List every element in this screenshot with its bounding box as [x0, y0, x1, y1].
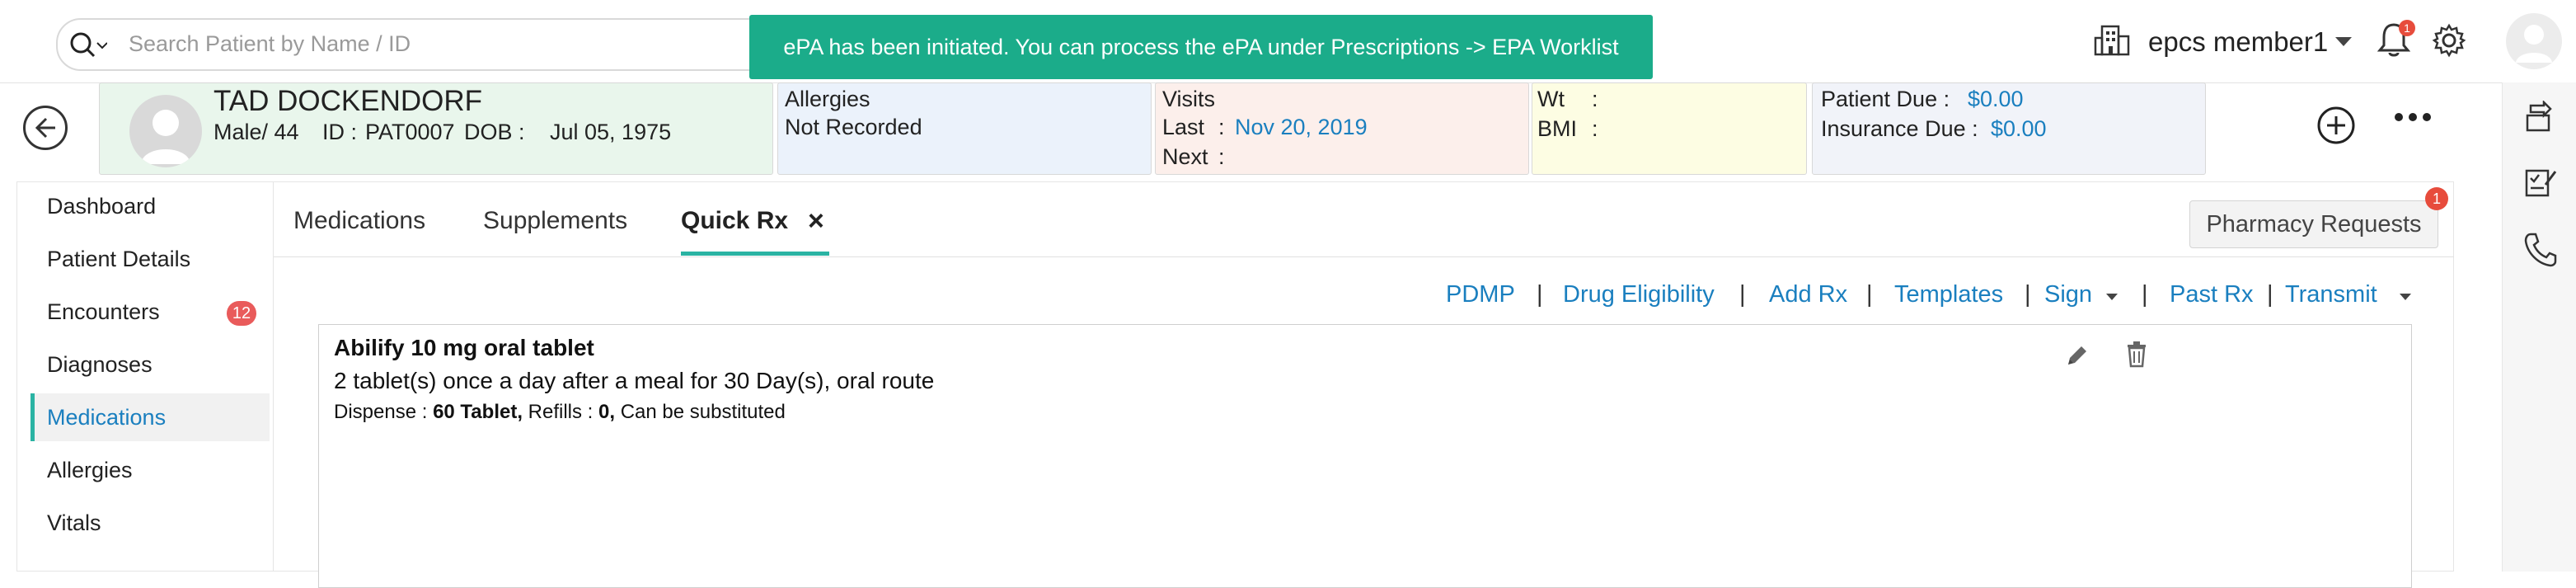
close-tab-icon[interactable]: × [808, 207, 824, 235]
bmi-label: BMI [1537, 116, 1578, 141]
separator: | [2142, 281, 2148, 308]
separator: | [2025, 281, 2031, 308]
user-menu-name[interactable]: epcs member1 [2148, 26, 2328, 58]
separator: | [2267, 281, 2273, 308]
add-rx-link[interactable]: Add Rx [1769, 281, 1847, 308]
checklist-icon[interactable] [2524, 167, 2557, 200]
visits-last-date-link[interactable]: Nov 20, 2019 [1235, 115, 1368, 140]
billing-panel: Patient Due : $0.00 Insurance Due : $0.0… [1812, 82, 2206, 175]
visits-title: Visits [1162, 87, 1216, 111]
transmit-dropdown[interactable]: Transmit [2285, 281, 2377, 308]
sidebar-item-vitals[interactable]: Vitals [30, 499, 270, 547]
separator: | [1537, 281, 1543, 308]
refills-label: Refills : [528, 401, 594, 423]
rx-sig: 2 tablet(s) once a day after a meal for … [334, 368, 935, 393]
sidebar-item-label: Vitals [47, 510, 101, 535]
past-rx-link[interactable]: Past Rx [2170, 281, 2254, 308]
patient-summary-panel: TAD DOCKENDORF Male/ 44 ID : PAT0007 DOB… [99, 82, 773, 175]
separator: | [1739, 281, 1746, 308]
sidebar-item-label: Allergies [47, 458, 133, 482]
search-icon[interactable] [69, 31, 107, 59]
weight-label: Wt [1537, 87, 1565, 111]
dispense-label: Dispense : [334, 401, 428, 423]
visits-last-label: Last [1162, 115, 1205, 139]
tab-medications[interactable]: Medications [293, 207, 425, 235]
pharmacy-requests-button[interactable]: Pharmacy Requests [2189, 200, 2438, 248]
patient-name: TAD DOCKENDORF [213, 85, 483, 117]
vitals-panel: Wt : BMI : [1532, 82, 1807, 175]
sidebar-item-diagnoses[interactable]: Diagnoses [30, 341, 270, 388]
chevron-down-icon[interactable] [2334, 36, 2353, 48]
sidebar-item-label: Patient Details [47, 247, 191, 271]
pharmacy-requests-badge: 1 [2425, 187, 2448, 210]
gear-icon[interactable] [2432, 23, 2466, 58]
pdmp-link[interactable]: PDMP [1446, 281, 1515, 308]
search-input[interactable] [127, 26, 757, 61]
sidebar-item-label: Encounters [47, 299, 160, 324]
right-tool-rail [2502, 82, 2576, 572]
sidebar-item-dashboard[interactable]: Dashboard [30, 182, 270, 230]
tab-supplements[interactable]: Supplements [483, 207, 627, 235]
encounters-count-badge: 12 [227, 301, 256, 326]
sidebar-item-label: Dashboard [47, 194, 157, 219]
patient-gender-age: Male/ 44 [213, 120, 299, 144]
more-options-icon[interactable] [2394, 112, 2432, 122]
sidebar-item-label: Diagnoses [47, 352, 152, 377]
templates-link[interactable]: Templates [1894, 281, 2003, 308]
substitution-text: Can be substituted [620, 401, 786, 423]
separator: | [1866, 281, 1873, 308]
edit-pencil-icon[interactable] [2065, 343, 2090, 368]
insurance-due-label: Insurance Due : [1821, 116, 1978, 141]
allergies-value: Not Recorded [785, 115, 922, 139]
sidebar-item-label: Medications [47, 405, 167, 430]
dispense-value: 60 Tablet, [433, 401, 523, 423]
transmit-chevron-down-icon[interactable] [2399, 293, 2412, 301]
patient-dob-label: DOB : [464, 120, 525, 144]
medications-main-card: Medications Supplements Quick Rx × Pharm… [274, 181, 2454, 588]
patient-due-value[interactable]: $0.00 [1968, 87, 2024, 112]
patient-chart-sidebar: Dashboard Patient Details Encounters 12 D… [16, 181, 274, 572]
visits-last-colon: : [1218, 115, 1225, 139]
allergies-panel[interactable]: Allergies Not Recorded [777, 82, 1152, 175]
tab-quick-rx[interactable]: Quick Rx [681, 207, 788, 235]
phone-icon[interactable] [2524, 231, 2557, 267]
medication-tabs: Medications Supplements Quick Rx × Pharm… [274, 182, 2454, 257]
back-button[interactable] [23, 106, 68, 150]
drug-eligibility-link[interactable]: Drug Eligibility [1563, 281, 1715, 308]
add-circle-icon[interactable] [2316, 106, 2356, 145]
rx-list-item: Abilify 10 mg oral tablet 2 tablet(s) on… [318, 324, 2412, 588]
epa-toast-notification: ePA has been initiated. You can process … [749, 15, 1653, 79]
bmi-colon: : [1592, 116, 1598, 141]
sidebar-item-medications[interactable]: Medications [30, 393, 270, 441]
patient-due-label: Patient Due : [1821, 87, 1950, 111]
allergies-title: Allergies [785, 87, 870, 111]
sign-dropdown[interactable]: Sign [2044, 281, 2092, 308]
patient-id: PAT0007 [365, 120, 455, 144]
active-tab-indicator [681, 252, 829, 256]
sign-chevron-down-icon[interactable] [2105, 293, 2119, 301]
patient-search[interactable] [56, 18, 777, 71]
user-avatar[interactable] [2506, 13, 2562, 69]
rx-drug-name: Abilify 10 mg oral tablet [334, 335, 594, 360]
sidebar-item-allergies[interactable]: Allergies [30, 446, 270, 494]
visits-next-colon: : [1218, 144, 1225, 169]
trash-icon[interactable] [2124, 340, 2149, 368]
rx-action-bar: PDMP | Drug Eligibility | Add Rx | Templ… [274, 273, 2454, 314]
sidebar-item-encounters[interactable]: Encounters 12 [30, 288, 270, 336]
sidebar-item-patient-details[interactable]: Patient Details [30, 235, 270, 283]
patient-dob: Jul 05, 1975 [550, 120, 672, 144]
clipboard-export-icon[interactable] [2524, 101, 2557, 134]
notification-count-badge: 1 [2399, 20, 2415, 36]
organization-building-icon [2094, 23, 2133, 56]
patient-id-label: ID : [322, 120, 358, 144]
insurance-due-value[interactable]: $0.00 [1991, 116, 2047, 142]
patient-avatar [129, 95, 202, 167]
rx-dispense-line: Dispense : 60 Tablet, Refills : 0, Can b… [334, 401, 786, 424]
weight-colon: : [1592, 87, 1598, 111]
visits-panel: Visits Last : Nov 20, 2019 Next : [1155, 82, 1529, 175]
refills-value: 0, [598, 401, 616, 423]
visits-next-label: Next [1162, 144, 1208, 169]
arrow-left-icon [33, 115, 58, 140]
